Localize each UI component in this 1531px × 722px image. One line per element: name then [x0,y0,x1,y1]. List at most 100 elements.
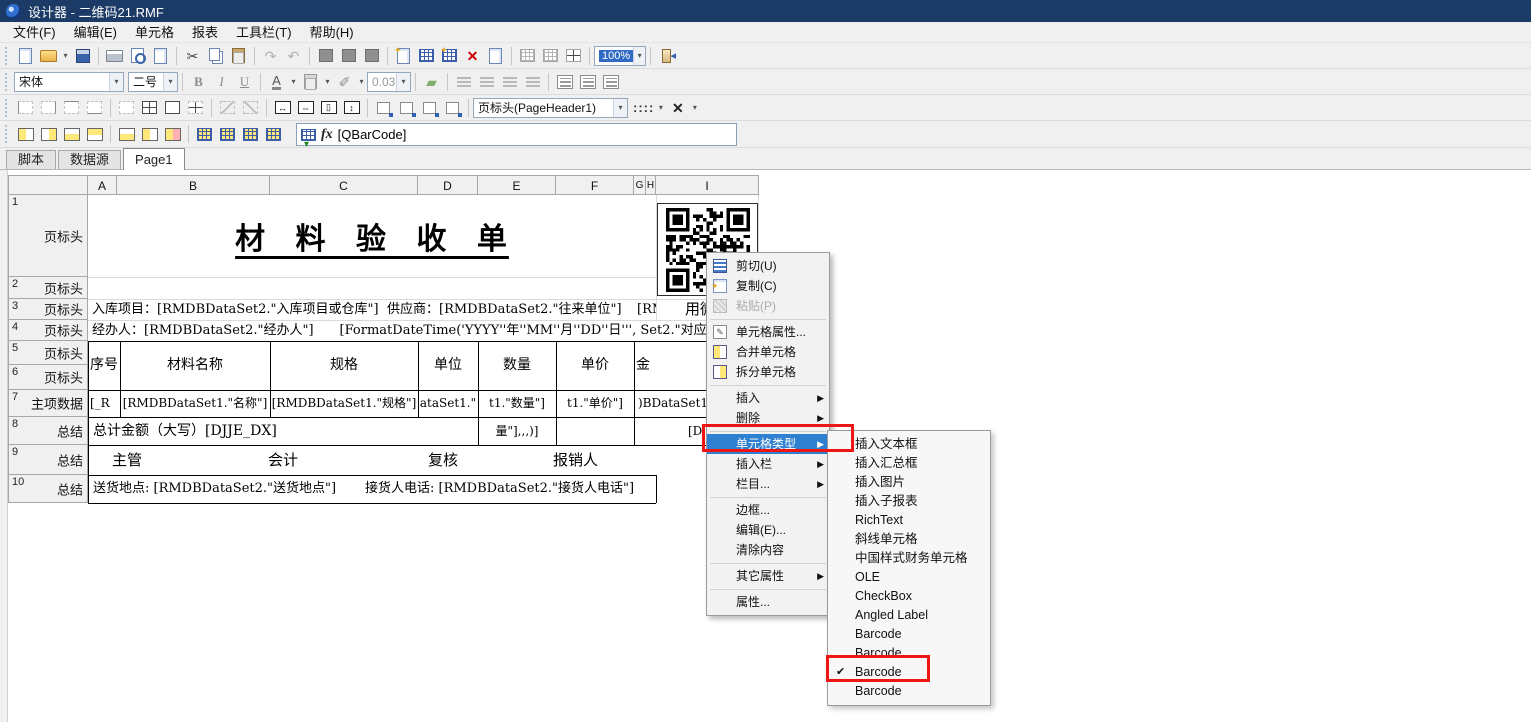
menu-item-merge-cells[interactable]: 合并单元格 [707,342,829,362]
diagonal-down-button[interactable] [216,97,239,119]
formula-input[interactable]: [QBarCode] [338,127,407,142]
split-cell-button-4[interactable] [83,123,106,145]
delivery-address-field[interactable]: 送货地点: [RMDBDataSet2."送货地点"] [93,475,336,503]
menu-item-edit[interactable]: 编辑(E)... [707,520,829,540]
font-size-caret[interactable]: ▾ [163,73,177,91]
band-select[interactable]: 页标头(PageHeader1) ▾ [473,98,628,118]
border-none-button[interactable] [115,97,138,119]
submenu-item-barcode-4[interactable]: Barcode [828,682,990,701]
cell-tool-button-2[interactable] [395,97,418,119]
valign-top-button[interactable] [553,71,576,93]
toolbar-grip[interactable] [5,73,9,91]
insert-cell-button[interactable] [392,45,415,67]
band-grid-button-1[interactable] [193,123,216,145]
insert-row-button-3[interactable] [161,123,184,145]
insert-table-button[interactable] [415,45,438,67]
submenu-item-chinese-finance-cell[interactable]: 中国样式财务单元格 [828,549,990,568]
operator-date-row[interactable]: 经办人：[RMDBDataSet2."经办人"] [FormatDateTime… [92,320,759,341]
submenu-item-insert-image[interactable]: 插入图片 [828,473,990,492]
column-header-B[interactable]: B [117,175,270,195]
row-header-4[interactable]: 4页标头 [8,320,88,341]
menu-item-paste[interactable]: 粘贴(P) [707,296,829,316]
object-tool-button-3[interactable] [360,45,383,67]
align-justify-button[interactable] [521,71,544,93]
underline-button[interactable]: U [233,71,256,93]
font-color-caret[interactable]: ▾ [288,77,299,86]
menu-item-clear-content[interactable]: 清除内容 [707,540,829,560]
report-title-cell[interactable]: 材 料 验 收 单 [88,195,656,277]
align-left-button[interactable] [452,71,475,93]
sign-accountant[interactable]: 会计 [268,445,298,475]
column-header-D[interactable]: D [418,175,478,195]
sign-manager[interactable]: 主管 [112,445,142,475]
fill-color-caret[interactable]: ▾ [322,77,333,86]
fit-height-all-button[interactable]: ↕ [340,97,363,119]
band-grid-button-3[interactable] [239,123,262,145]
row-header-6[interactable]: 6页标头 [8,365,88,390]
table-header-unit[interactable]: 单位 [418,341,478,390]
split-cell-button-2[interactable] [37,123,60,145]
table-header-spec[interactable]: 规格 [270,341,418,390]
menu-item-borders[interactable]: 边框... [707,500,829,520]
band-grid-button-2[interactable] [216,123,239,145]
menu-edit[interactable]: 编辑(E) [65,22,126,43]
border-all-button[interactable] [138,97,161,119]
total-qty-cell[interactable]: 量"],,,)] [478,417,556,445]
supplier-field[interactable]: 供应商：[RMDBDataSet2."往来单位"] [387,299,622,320]
valign-bottom-button[interactable] [599,71,622,93]
valign-middle-button[interactable] [576,71,599,93]
border-left-button[interactable] [14,97,37,119]
blank-page-button[interactable] [484,45,507,67]
diagonal-up-button[interactable] [239,97,262,119]
row-header-1[interactable]: 1页标头 [8,195,88,277]
submenu-item-insert-summary[interactable]: 插入汇总框 [828,454,990,473]
line-style-caret[interactable]: ▾ [655,103,666,112]
line-color-caret[interactable]: ▾ [356,77,367,86]
eraser-button[interactable]: ▰ [420,71,443,93]
submenu-item-angled-label[interactable]: Angled Label [828,606,990,625]
open-button[interactable] [37,45,60,67]
zoom-select[interactable]: 100% ▾ [594,46,646,66]
menu-cell[interactable]: 单元格 [126,22,183,43]
line-width-select[interactable]: 0.03 ▾ [367,72,411,92]
fit-height-button[interactable]: ▯ [317,97,340,119]
new-table-button[interactable] [438,45,461,67]
cell-tool-button-1[interactable] [372,97,395,119]
font-family-caret[interactable]: ▾ [109,73,123,91]
row-header-10[interactable]: 10总结 [8,475,88,503]
save-button[interactable] [71,45,94,67]
row-header-8[interactable]: 8总结 [8,417,88,445]
submenu-item-diagonal-cell[interactable]: 斜线单元格 [828,530,990,549]
object-tool-button-1[interactable] [314,45,337,67]
row-header-9[interactable]: 9总结 [8,445,88,475]
menu-help[interactable]: 帮助(H) [301,22,363,43]
border-inner-button[interactable] [184,97,207,119]
data-cell-spec[interactable]: [RMDBDataSet1."规格"] [270,390,418,417]
column-header-A[interactable]: A [88,175,117,195]
submenu-item-barcode-1[interactable]: Barcode [828,625,990,644]
menu-item-columns[interactable]: 栏目...▶ [707,474,829,494]
font-family-select[interactable]: 宋体 ▾ [14,72,124,92]
column-header-H[interactable]: H [646,175,656,195]
data-cell-unit[interactable]: ataSet1." [418,390,478,417]
toolbar-grip[interactable] [5,125,9,143]
cell-tool-button-4[interactable] [441,97,464,119]
row-header-2[interactable]: 2页标头 [8,277,88,299]
menu-item-split-cells[interactable]: 拆分单元格 [707,362,829,382]
fill-color-button[interactable] [299,71,322,93]
sign-reviewer[interactable]: 复核 [428,445,458,475]
row-header-5[interactable]: 5页标头 [8,341,88,365]
show-grid-button[interactable] [516,45,539,67]
border-outer-button[interactable] [161,97,184,119]
column-header-I[interactable]: I [656,175,759,195]
tab-datasource[interactable]: 数据源 [58,150,121,169]
table-header-seq[interactable]: 序号 [88,341,120,390]
expression-cell-icon[interactable] [301,129,316,141]
delete-table-button[interactable]: ✕ [461,45,484,67]
column-header-F[interactable]: F [556,175,634,195]
column-header-C[interactable]: C [270,175,418,195]
exit-button[interactable] [655,45,678,67]
menu-item-insert[interactable]: 插入▶ [707,388,829,408]
submenu-item-checkbox[interactable]: CheckBox [828,587,990,606]
band-grid-button-4[interactable] [262,123,285,145]
